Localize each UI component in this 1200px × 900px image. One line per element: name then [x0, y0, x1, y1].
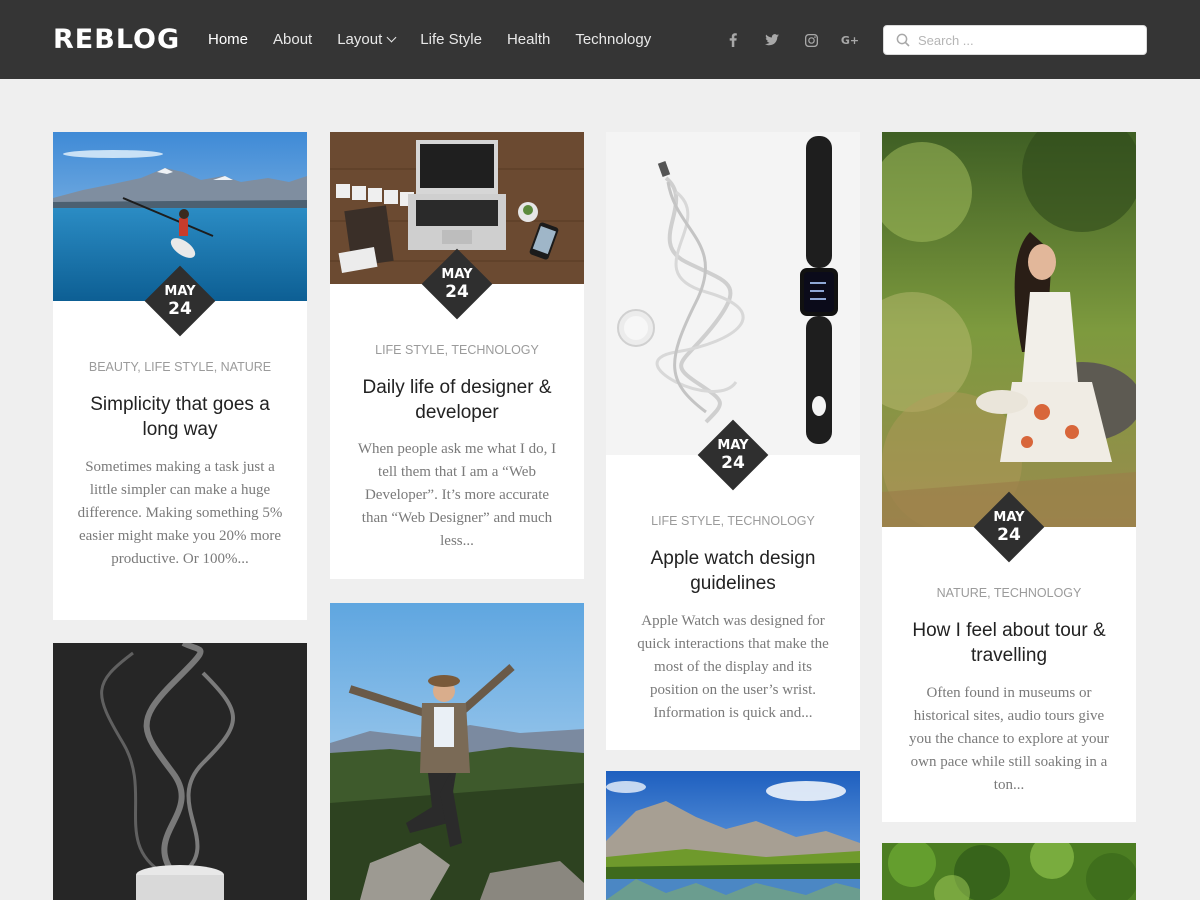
post-card-mountain-jump[interactable]	[330, 603, 584, 900]
post-excerpt: Sometimes making a task just a little si…	[77, 459, 283, 567]
post-categories: NATURE, TECHNOLOGY	[882, 586, 1136, 600]
facebook-icon[interactable]	[723, 30, 743, 50]
category-link-nature[interactable]: NATURE	[221, 360, 271, 374]
google-plus-label: G+	[840, 33, 860, 47]
nav-item-layout-label: Layout	[337, 31, 383, 48]
post-date-month: MAY	[717, 437, 749, 453]
post-date-badge: MAY 24	[421, 248, 493, 320]
nav-item-home[interactable]: Home	[208, 31, 248, 48]
post-card-simplicity[interactable]: MAY 24 BEAUTY, LIFE STYLE, NATURE Simpli…	[53, 132, 307, 620]
post-card-apple-watch[interactable]: MAY 24 LIFE STYLE, TECHNOLOGY Apple watc…	[606, 132, 860, 750]
nav-item-technology[interactable]: Technology	[575, 31, 651, 48]
post-image-apple-watch[interactable]	[606, 132, 860, 455]
nav-item-life-style[interactable]: Life Style	[420, 31, 482, 48]
site-logo[interactable]: REBLOG	[53, 24, 180, 56]
search-input[interactable]	[918, 32, 1138, 48]
post-card-daily-life[interactable]: MAY 24 LIFE STYLE, TECHNOLOGY Daily life…	[330, 132, 584, 579]
post-card-lake[interactable]	[606, 771, 860, 900]
category-separator: ,	[987, 586, 994, 600]
chevron-down-icon	[386, 32, 397, 43]
post-date-badge: MAY 24	[144, 265, 216, 337]
post-title[interactable]: How I feel about tour & travelling	[902, 618, 1116, 668]
google-plus-icon[interactable]: G+	[840, 30, 860, 50]
search-box	[883, 25, 1147, 55]
site-header: REBLOG Home About Layout Life Style Heal…	[0, 0, 1200, 79]
category-link-life-style[interactable]: LIFE STYLE	[375, 343, 444, 357]
post-image-coffee[interactable]	[53, 643, 307, 900]
category-link-beauty[interactable]: BEAUTY	[89, 360, 137, 374]
post-card-leaves[interactable]	[882, 843, 1136, 900]
post-image-leaves[interactable]	[882, 843, 1136, 900]
search-icon	[896, 33, 910, 47]
instagram-icon[interactable]	[801, 30, 821, 50]
category-link-nature[interactable]: NATURE	[937, 586, 987, 600]
nav-item-layout[interactable]: Layout	[337, 31, 397, 48]
post-image-mountain-jump[interactable]	[330, 603, 584, 900]
post-excerpt: When people ask me what I do, I tell the…	[357, 441, 557, 549]
post-categories: LIFE STYLE, TECHNOLOGY	[606, 514, 860, 528]
post-card-coffee[interactable]	[53, 643, 307, 900]
category-link-life-style[interactable]: LIFE STYLE	[144, 360, 213, 374]
category-link-life-style[interactable]: LIFE STYLE	[651, 514, 720, 528]
post-excerpt: Apple Watch was designed for quick inter…	[637, 613, 829, 721]
post-date-month: MAY	[993, 509, 1025, 525]
post-date-badge: MAY 24	[973, 491, 1045, 563]
post-excerpt: Often found in museums or historical sit…	[909, 685, 1109, 793]
post-date-day: 24	[168, 298, 192, 319]
post-categories: BEAUTY, LIFE STYLE, NATURE	[53, 360, 307, 374]
post-card-tour[interactable]: MAY 24 NATURE, TECHNOLOGY How I feel abo…	[882, 132, 1136, 822]
post-title[interactable]: Daily life of designer & developer	[350, 375, 564, 425]
post-date-day: 24	[997, 524, 1021, 545]
nav-item-health[interactable]: Health	[507, 31, 550, 48]
post-title[interactable]: Simplicity that goes a long way	[73, 392, 287, 442]
post-title[interactable]: Apple watch design guidelines	[626, 546, 840, 596]
nav-item-about[interactable]: About	[273, 31, 312, 48]
post-date-day: 24	[445, 281, 469, 302]
post-categories: LIFE STYLE, TECHNOLOGY	[330, 343, 584, 357]
category-separator: ,	[213, 360, 221, 374]
post-image-lake[interactable]	[606, 771, 860, 900]
post-date-badge: MAY 24	[697, 419, 769, 491]
post-date-month: MAY	[164, 283, 196, 299]
post-image-field[interactable]	[882, 132, 1136, 527]
main-nav: Home About Layout Life Style Health Tech…	[208, 0, 676, 79]
category-link-technology[interactable]: TECHNOLOGY	[727, 514, 815, 528]
twitter-icon[interactable]	[762, 30, 782, 50]
category-link-technology[interactable]: TECHNOLOGY	[451, 343, 539, 357]
post-date-day: 24	[721, 452, 745, 473]
post-date-month: MAY	[441, 266, 473, 282]
category-link-technology[interactable]: TECHNOLOGY	[994, 586, 1082, 600]
